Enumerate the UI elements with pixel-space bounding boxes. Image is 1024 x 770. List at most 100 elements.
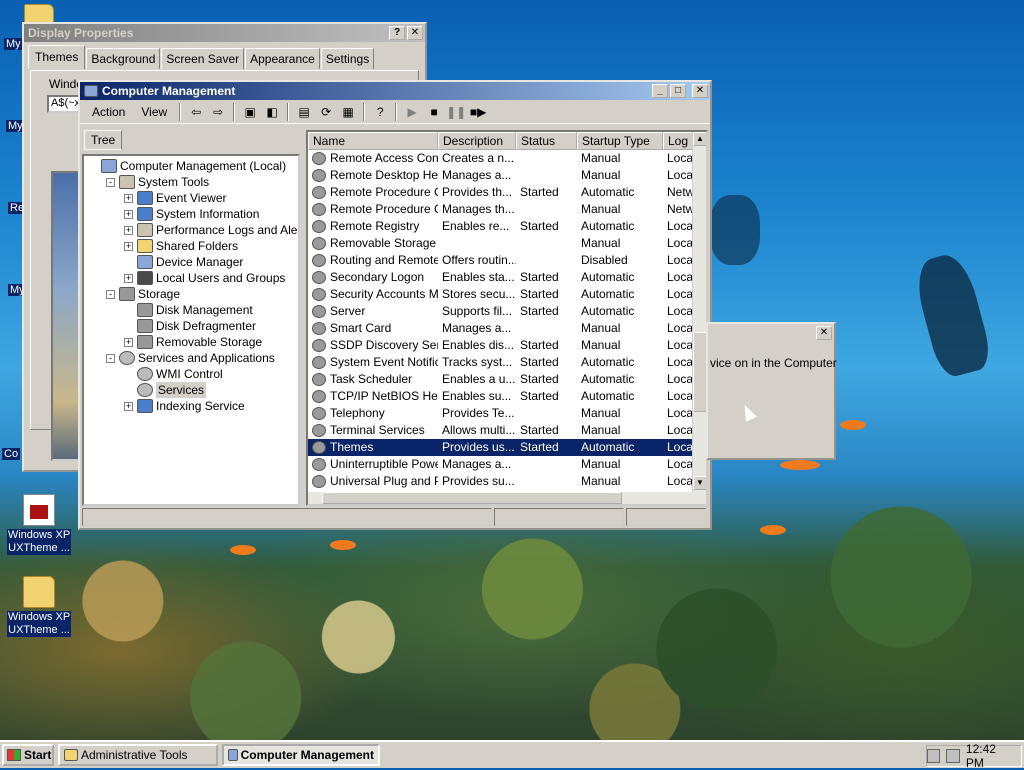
table-row[interactable]: Secondary Logon Enables sta... Started Auto… xyxy=(308,269,706,286)
taskbar-item-administrative-tools[interactable]: Administrative Tools xyxy=(58,744,218,766)
forward-arrow-icon[interactable]: ⇨ xyxy=(209,103,227,121)
tree-tab[interactable]: Tree xyxy=(84,130,123,150)
minimize-button[interactable]: _ xyxy=(652,84,668,98)
tree-item[interactable]: + Removable Storage xyxy=(124,334,262,350)
restart-icon[interactable]: ■▶ xyxy=(469,103,487,121)
vertical-scrollbar[interactable]: ▲ ▼ xyxy=(692,132,706,504)
collapse-icon[interactable]: - xyxy=(106,177,115,187)
expand-icon[interactable]: + xyxy=(124,209,133,219)
table-row[interactable]: Routing and Remote... Offers routin... Dis… xyxy=(308,252,706,269)
service-status: Started xyxy=(520,304,559,318)
tab-themes[interactable]: Themes xyxy=(28,45,86,69)
tree-item[interactable]: Services xyxy=(124,382,207,398)
tree-item[interactable]: - Services and Applications xyxy=(106,350,275,366)
table-row[interactable]: Remote Access Con... Creates a n... Manual… xyxy=(308,150,706,167)
back-arrow-icon[interactable]: ⇦ xyxy=(187,103,205,121)
tree-item[interactable]: Device Manager xyxy=(124,254,243,270)
expand-icon[interactable]: + xyxy=(124,225,133,235)
help-button[interactable]: ? xyxy=(389,26,405,40)
table-row[interactable]: Uninterruptible Powe... Manages a... Manua… xyxy=(308,456,706,473)
column-header-startup-type[interactable]: Startup Type xyxy=(577,132,663,150)
tree-item[interactable]: + Event Viewer xyxy=(124,190,226,206)
expand-icon[interactable]: + xyxy=(124,273,133,283)
computer-management-titlebar[interactable]: Computer Management _ □ ✕ xyxy=(80,82,710,100)
expand-icon[interactable]: + xyxy=(124,337,133,347)
close-button[interactable]: ✕ xyxy=(816,326,832,340)
table-row[interactable]: SSDP Discovery Ser... Enables dis... Start… xyxy=(308,337,706,354)
scroll-thumb[interactable] xyxy=(693,332,706,412)
table-row[interactable]: Universal Plug and P... Provides su... Man… xyxy=(308,473,706,490)
tab-screen-saver[interactable]: Screen Saver xyxy=(161,48,245,69)
menu-view[interactable]: View xyxy=(133,103,175,121)
tree-item[interactable]: + Local Users and Groups xyxy=(124,270,285,286)
table-row[interactable]: Remote Procedure C... Provides th... Start… xyxy=(308,184,706,201)
table-row[interactable]: Terminal Services Allows multi... Started M… xyxy=(308,422,706,439)
services-list[interactable]: Name Description Status Startup Type Log… xyxy=(306,130,708,506)
tree-item-label: Indexing Service xyxy=(156,399,245,413)
table-row[interactable]: System Event Notific... Tracks syst... Sta… xyxy=(308,354,706,371)
tree-item[interactable]: Disk Defragmenter xyxy=(124,318,256,334)
play-icon[interactable]: ▶ xyxy=(403,103,421,121)
collapse-icon[interactable]: - xyxy=(106,353,115,363)
column-header-status[interactable]: Status xyxy=(516,132,577,150)
help-icon[interactable]: ? xyxy=(371,103,389,121)
desktop-icon-uxtheme-folder[interactable]: Windows XP UXTheme ... xyxy=(4,576,74,637)
close-button[interactable]: ✕ xyxy=(692,84,708,98)
tree-item[interactable]: - System Tools xyxy=(106,174,209,190)
scroll-up-arrow-icon[interactable]: ▲ xyxy=(693,132,706,146)
column-header-name[interactable]: Name xyxy=(308,132,438,150)
table-row[interactable]: Server Supports fil... Started Automatic Loc… xyxy=(308,303,706,320)
clock[interactable]: 12:42 PM xyxy=(966,742,1015,770)
table-row[interactable]: Smart Card Manages a... Manual Local xyxy=(308,320,706,337)
desktop-icon-label[interactable]: Co xyxy=(2,448,21,460)
tab-settings[interactable]: Settings xyxy=(320,48,375,69)
start-button[interactable]: Start xyxy=(2,744,54,766)
horizontal-scrollbar[interactable] xyxy=(308,492,696,504)
network-icon[interactable] xyxy=(946,749,960,763)
tree-item[interactable]: + Performance Logs and Alerts xyxy=(124,222,298,238)
tree-item[interactable]: + Indexing Service xyxy=(124,398,245,414)
expand-icon[interactable]: + xyxy=(124,401,133,411)
export-list-icon[interactable]: ▦ xyxy=(339,103,357,121)
taskbar-item-computer-management[interactable]: Computer Management xyxy=(222,744,380,766)
collapse-icon[interactable]: - xyxy=(106,289,115,299)
table-row[interactable]: Telephony Provides Te... Manual Local xyxy=(308,405,706,422)
expand-icon[interactable]: + xyxy=(124,193,133,203)
desktop-icon-uxtheme-doc[interactable]: Windows XP UXTheme ... xyxy=(4,494,74,555)
up-folder-icon[interactable]: ▣ xyxy=(241,103,259,121)
tree-item[interactable]: Computer Management (Local) xyxy=(88,158,286,174)
properties-icon[interactable]: ▤ xyxy=(295,103,313,121)
table-row[interactable]: Remote Procedure C... Manages th... Manual… xyxy=(308,201,706,218)
table-row[interactable]: Themes Provides us... Started Automatic Loca… xyxy=(308,439,706,456)
maximize-button[interactable]: □ xyxy=(670,84,686,98)
expand-icon[interactable]: + xyxy=(124,241,133,251)
tree-item[interactable]: + System Information xyxy=(124,206,259,222)
tab-appearance[interactable]: Appearance xyxy=(245,48,320,69)
scroll-thumb[interactable] xyxy=(322,492,622,504)
menu-action[interactable]: Action xyxy=(84,103,133,121)
table-row[interactable]: Security Accounts M... Stores secu... Star… xyxy=(308,286,706,303)
table-row[interactable]: Removable Storage Manual Local xyxy=(308,235,706,252)
tree-item[interactable]: - Storage xyxy=(106,286,180,302)
window-title: Display Properties xyxy=(28,26,134,40)
scroll-down-arrow-icon[interactable]: ▼ xyxy=(693,476,706,490)
show-tree-icon[interactable]: ◧ xyxy=(263,103,281,121)
table-row[interactable]: TCP/IP NetBIOS He... Enables su... Started… xyxy=(308,388,706,405)
tab-background[interactable]: Background xyxy=(86,48,161,69)
tree-item[interactable]: Disk Management xyxy=(124,302,253,318)
tree-item[interactable]: + Shared Folders xyxy=(124,238,238,254)
display-properties-titlebar[interactable]: Display Properties ? ✕ xyxy=(24,24,425,42)
stop-icon[interactable]: ■ xyxy=(425,103,443,121)
table-row[interactable]: Remote Registry Enables re... Started Autom… xyxy=(308,218,706,235)
table-row[interactable]: Task Scheduler Enables a u... Started Autom… xyxy=(308,371,706,388)
desktop-icon-label[interactable]: My xyxy=(4,38,23,50)
refresh-icon[interactable]: ⟳ xyxy=(317,103,335,121)
folder-icon[interactable] xyxy=(24,4,54,24)
table-row[interactable]: Remote Desktop Hel...Manages a...ManualL… xyxy=(308,167,706,184)
column-header-description[interactable]: Description xyxy=(438,132,516,150)
tree-item[interactable]: WMI Control xyxy=(124,366,223,382)
pause-icon[interactable]: ❚❚ xyxy=(446,103,466,121)
close-button[interactable]: ✕ xyxy=(407,26,423,40)
volume-icon[interactable] xyxy=(926,749,941,763)
console-tree[interactable]: Computer Management (Local) - System Tools… xyxy=(82,154,300,506)
